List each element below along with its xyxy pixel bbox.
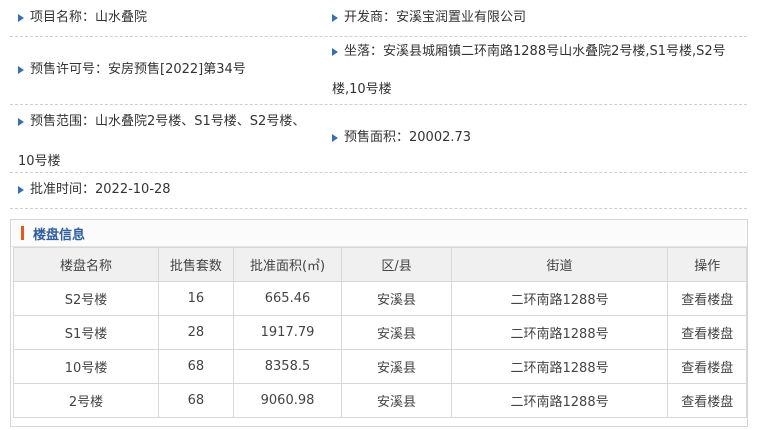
unit-count: 16	[158, 281, 234, 316]
section-header: 楼盘信息	[11, 220, 747, 247]
col-building-name: 楼盘名称	[12, 247, 160, 282]
info-row-2: 预售许可号：安房预售[2022]第34号 坐落：安溪县城厢镇二环南路1288号山…	[10, 36, 747, 105]
col-unit-count: 批售套数	[158, 247, 234, 282]
info-row-3: 预售范围：山水叠院2号楼、S1号楼、S2号楼、 10号楼 预售面积：20002.…	[10, 104, 747, 173]
table-row: 2号楼 68 9060.98 安溪县 二环南路1288号 查看楼盘	[12, 383, 747, 418]
building-name: 10号楼	[12, 349, 160, 384]
view-building-link[interactable]: 查看楼盘	[667, 383, 747, 418]
table-row: S1号楼 28 1917.79 安溪县 二环南路1288号 查看楼盘	[12, 315, 747, 350]
section-title: 楼盘信息	[33, 228, 86, 243]
approved-area: 1917.79	[232, 315, 343, 350]
info-row-1: 项目名称：山水叠院 开发商：安溪宝润置业有限公司	[10, 0, 747, 37]
building-name: 2号楼	[12, 383, 160, 418]
table-row: 10号楼 68 8358.5 安溪县 二环南路1288号 查看楼盘	[12, 349, 747, 384]
info-row-4: 批准时间：2022-10-28	[10, 172, 747, 209]
table-header-row: 楼盘名称 批售套数 批准面积(㎡) 区/县 街道 操作	[12, 247, 747, 282]
col-approved-area: 批准面积(㎡)	[232, 247, 343, 282]
project-name: 项目名称：山水叠院	[18, 6, 147, 30]
view-building-link[interactable]: 查看楼盘	[667, 281, 747, 316]
district: 安溪县	[341, 315, 452, 350]
street: 二环南路1288号	[450, 349, 669, 384]
district: 安溪县	[341, 281, 452, 316]
street: 二环南路1288号	[450, 315, 669, 350]
approved-area: 9060.98	[232, 383, 343, 418]
approved-area: 8358.5	[232, 349, 343, 384]
col-street: 街道	[450, 247, 669, 282]
street: 二环南路1288号	[450, 281, 669, 316]
col-action: 操作	[667, 247, 747, 282]
col-district: 区/县	[341, 247, 452, 282]
view-building-link[interactable]: 查看楼盘	[667, 349, 747, 384]
developer: 开发商：安溪宝润置业有限公司	[332, 6, 526, 30]
building-name: S1号楼	[12, 315, 160, 350]
bullet-triangle-icon	[18, 13, 24, 22]
building-info-section: 楼盘信息 楼盘名称 批售套数 批准面积(㎡) 区/县 街道 操作 S2号楼 16…	[10, 219, 748, 427]
street: 二环南路1288号	[450, 383, 669, 418]
view-building-link[interactable]: 查看楼盘	[667, 315, 747, 350]
unit-count: 68	[158, 383, 234, 418]
unit-count: 28	[158, 315, 234, 350]
bullet-triangle-icon	[18, 65, 24, 74]
approved-area: 665.46	[232, 281, 343, 316]
bullet-triangle-icon	[18, 117, 24, 126]
bullet-triangle-icon	[332, 133, 338, 142]
table-row: S2号楼 16 665.46 安溪县 二环南路1288号 查看楼盘	[12, 281, 747, 316]
location: 坐落：安溪县城厢镇二环南路1288号山水叠院2号楼,S1号楼,S2号 楼,10号…	[332, 44, 726, 97]
bullet-triangle-icon	[332, 47, 338, 56]
presale-scope: 预售范围：山水叠院2号楼、S1号楼、S2号楼、 10号楼	[18, 114, 306, 169]
building-name: S2号楼	[12, 281, 160, 316]
section-accent-bar	[21, 226, 24, 240]
approval-time: 批准时间：2022-10-28	[18, 178, 171, 202]
building-table: 楼盘名称 批售套数 批准面积(㎡) 区/县 街道 操作 S2号楼 16 665.…	[12, 247, 747, 418]
bullet-triangle-icon	[18, 185, 24, 194]
district: 安溪县	[341, 349, 452, 384]
presale-area: 预售面积：20002.73	[332, 126, 471, 150]
district: 安溪县	[341, 383, 452, 418]
bullet-triangle-icon	[332, 13, 338, 22]
unit-count: 68	[158, 349, 234, 384]
presale-permit: 预售许可号：安房预售[2022]第34号	[18, 58, 246, 82]
